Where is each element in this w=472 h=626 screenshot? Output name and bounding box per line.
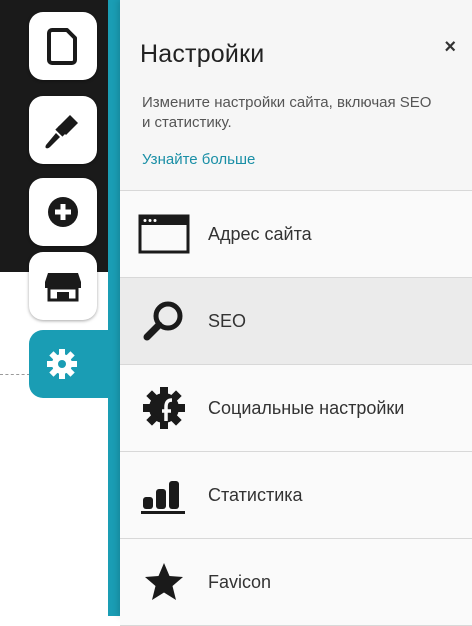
panel-description: Измените настройки сайта, включая SEO и … <box>142 94 432 131</box>
star-icon <box>134 557 194 607</box>
social-gear-icon <box>134 383 194 433</box>
menu-item-label: Статистика <box>208 484 303 505</box>
close-button[interactable]: × <box>444 36 456 59</box>
rail-store-button[interactable] <box>29 252 97 320</box>
menu-item-label: SEO <box>208 310 247 331</box>
panel-accent-bar <box>108 0 120 616</box>
panel-header: Настройки × Измените настройки сайта, вк… <box>120 0 472 191</box>
rail-add-button[interactable] <box>29 178 97 246</box>
menu-item-label: Favicon <box>208 571 272 592</box>
menu-item-label: Адрес сайта <box>208 223 312 244</box>
menu-item-social[interactable]: Социальные настройки <box>120 365 472 452</box>
browser-window-icon <box>134 209 194 259</box>
store-icon <box>43 268 83 304</box>
rail-settings-button[interactable] <box>29 330 119 398</box>
learn-more-link[interactable]: Узнайте больше <box>142 151 255 168</box>
menu-item-favicon[interactable]: Favicon <box>120 539 472 626</box>
stats-icon <box>134 470 194 520</box>
panel-title: Настройки <box>140 40 265 68</box>
magnifier-icon <box>134 296 194 346</box>
gear-icon <box>45 347 79 381</box>
rail-design-button[interactable] <box>29 96 97 164</box>
menu-item-site-address[interactable]: Адрес сайта <box>120 191 472 278</box>
divider <box>0 374 30 375</box>
menu-item-label: Социальные настройки <box>208 397 405 418</box>
settings-panel: Настройки × Измените настройки сайта, вк… <box>120 0 472 626</box>
brush-icon <box>42 109 84 151</box>
menu-item-statistics[interactable]: Статистика <box>120 452 472 539</box>
page-icon <box>45 26 81 66</box>
menu-item-seo[interactable]: SEO <box>120 278 472 365</box>
plus-icon <box>45 194 81 230</box>
rail-pages-button[interactable] <box>29 12 97 80</box>
